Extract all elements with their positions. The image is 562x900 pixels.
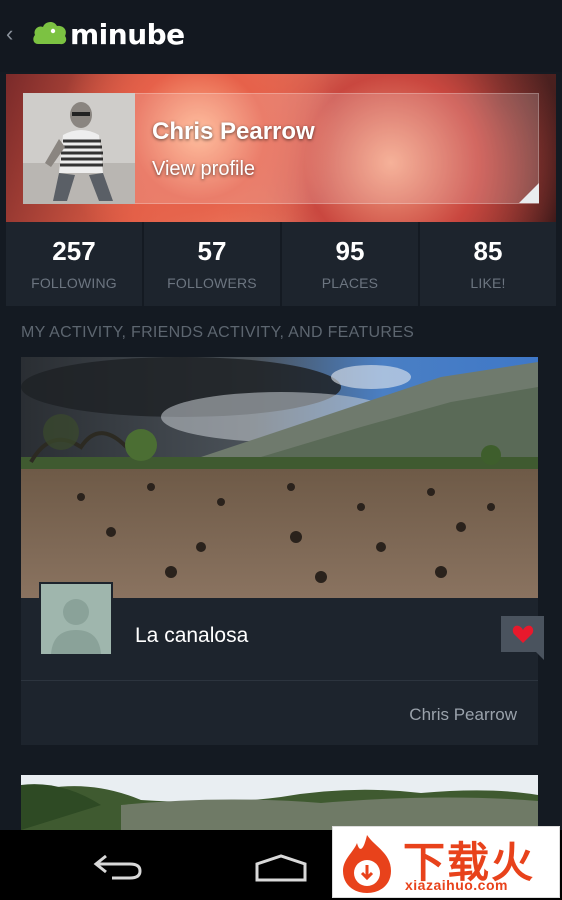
back-chevron-icon[interactable]: ‹ <box>6 22 20 46</box>
activity-card-next[interactable] <box>21 775 538 830</box>
stat-value: 95 <box>335 236 365 266</box>
minube-cloud-icon <box>33 21 67 45</box>
flame-logo-icon <box>343 835 391 893</box>
card-divider <box>21 680 538 681</box>
landscape-image-next <box>21 775 538 830</box>
app-bar: ‹ minube <box>0 0 562 72</box>
stat-places[interactable]: 95 PLACES <box>282 222 418 306</box>
stat-likes[interactable]: 85 LIKE! <box>420 222 556 306</box>
stat-following[interactable]: 257 FOLLOWING <box>6 222 142 306</box>
stat-value: 57 <box>197 236 227 266</box>
back-icon[interactable] <box>92 852 144 880</box>
stat-label: PLACES <box>321 275 379 291</box>
landscape-image <box>21 357 538 598</box>
person-photo <box>23 93 135 204</box>
stat-label: LIKE! <box>470 275 506 291</box>
heart-icon <box>512 625 534 643</box>
activity-card[interactable]: La canalosa Chris Pearrow <box>21 357 544 745</box>
watermark-url: xiazaihuo.com <box>405 877 508 893</box>
stats-row: 257 FOLLOWING 57 FOLLOWERS 95 PLACES 85 … <box>6 222 556 306</box>
watermark-logo: 下载火 xiazaihuo.com <box>332 826 560 898</box>
stat-value: 85 <box>473 236 503 266</box>
user-placeholder-avatar[interactable] <box>39 582 113 656</box>
profile-avatar[interactable] <box>23 93 135 204</box>
place-row: La canalosa <box>21 582 544 680</box>
corner-fold-icon <box>519 183 539 203</box>
stat-value: 257 <box>52 236 96 266</box>
user-silhouette-icon <box>41 584 111 654</box>
view-profile-link[interactable]: View profile <box>152 158 255 181</box>
section-title: MY ACTIVITY, FRIENDS ACTIVITY, AND FEATU… <box>21 324 415 341</box>
stat-label: FOLLOWING <box>31 275 117 291</box>
card-author[interactable]: Chris Pearrow <box>409 705 517 725</box>
stat-followers[interactable]: 57 FOLLOWERS <box>144 222 280 306</box>
stat-label: FOLLOWERS <box>167 275 257 291</box>
like-bubble-tail <box>536 652 544 660</box>
profile-name: Chris Pearrow <box>152 118 315 145</box>
place-name[interactable]: La canalosa <box>135 624 248 648</box>
home-icon[interactable] <box>253 854 309 882</box>
profile-banner[interactable]: Chris Pearrow View profile <box>6 74 556 222</box>
logo-text: minube <box>70 18 185 51</box>
like-button[interactable] <box>501 616 544 660</box>
place-photo[interactable] <box>21 357 538 598</box>
